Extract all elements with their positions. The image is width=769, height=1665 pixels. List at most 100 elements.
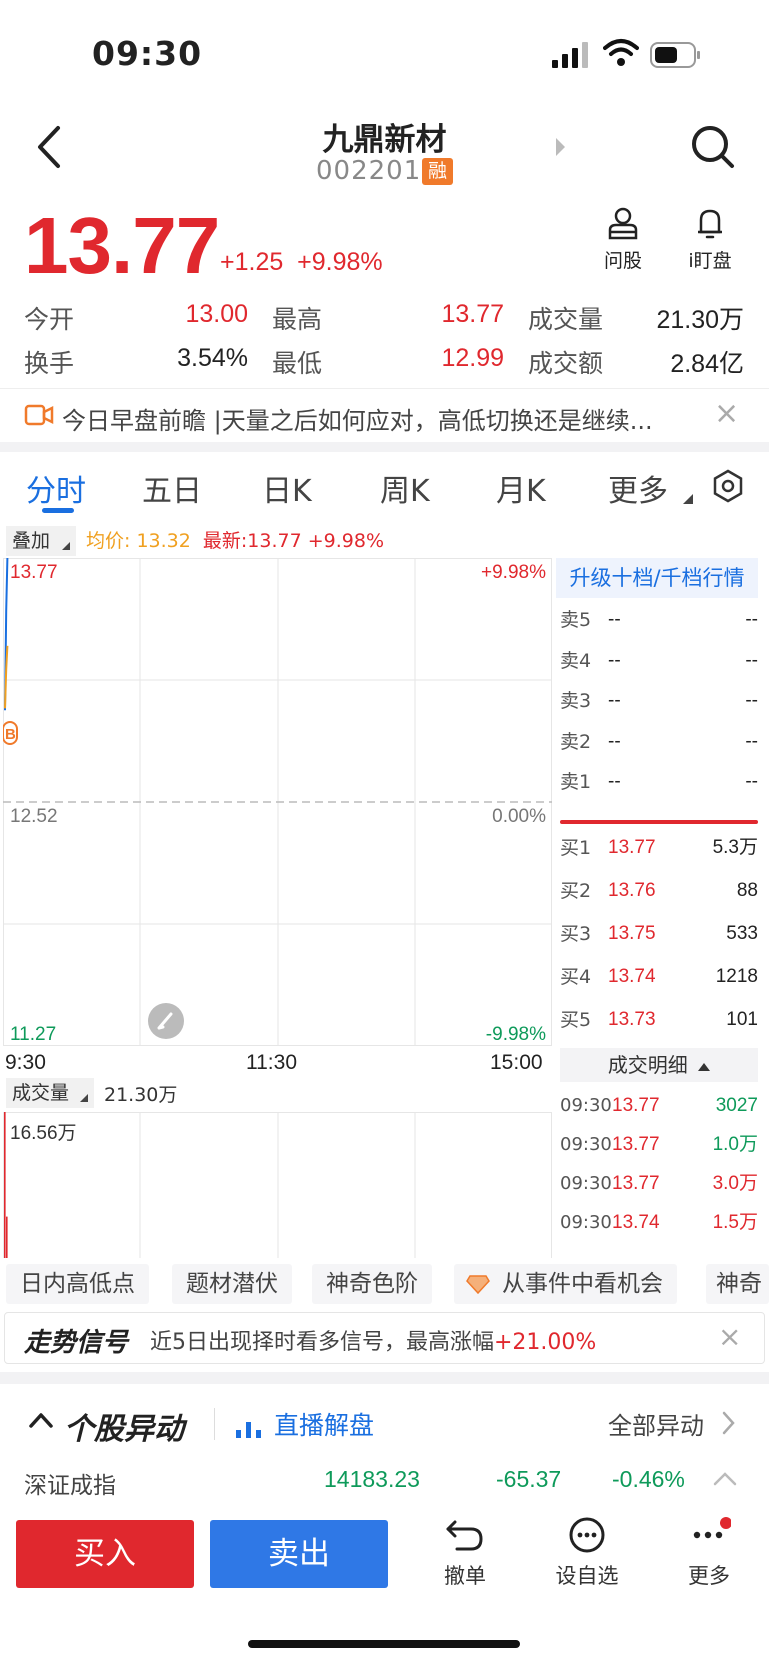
bid-row[interactable]: 买1 13.77 5.3万	[560, 828, 758, 868]
trade-row: 09:30 13.77 3027	[560, 1086, 758, 1126]
chevron-up-icon[interactable]	[712, 1470, 738, 1488]
buy-button[interactable]: 买入	[16, 1520, 194, 1588]
next-stock-arrow-icon[interactable]	[556, 138, 565, 156]
ask-label: 卖5	[560, 609, 592, 631]
buy-marker-label: B	[5, 726, 16, 743]
x-axis-midday: 11:30	[246, 1051, 297, 1074]
ask-stock-label: 问股	[603, 250, 642, 272]
bid-row[interactable]: 买4 13.74 1218	[560, 957, 758, 997]
trade-volume: 3027	[715, 1095, 758, 1116]
news-close-icon[interactable]: ×	[714, 396, 739, 431]
low-value: 12.99	[441, 344, 504, 372]
abnormal-section-title: 个股异动	[64, 1412, 184, 1447]
battery-icon	[650, 42, 700, 68]
ask-row[interactable]: 卖2 -- --	[560, 722, 758, 762]
amount-value: 2.84亿	[670, 350, 744, 378]
cancel-order-button[interactable]: 撤单	[420, 1516, 510, 1590]
section-divider	[0, 1372, 769, 1384]
stock-code: 002201	[316, 156, 422, 186]
trade-price: 13.77	[612, 1095, 660, 1116]
live-analysis-link[interactable]: 直播解盘	[274, 1406, 374, 1442]
add-watchlist-button[interactable]: 设自选	[542, 1516, 632, 1590]
tab-underline	[42, 508, 74, 513]
search-icon[interactable]	[690, 124, 736, 170]
avg-price-legend: 均价: 13.32	[86, 530, 191, 552]
bid-volume: 1218	[715, 966, 758, 987]
trade-time: 09:30	[560, 1173, 612, 1194]
tab-daily-k[interactable]: 日K	[262, 466, 312, 510]
volume-chart[interactable]	[3, 1112, 552, 1258]
index-name[interactable]: 深证成指	[24, 1466, 116, 1500]
overlay-button[interactable]: 叠加	[6, 526, 76, 556]
intraday-chart[interactable]: B	[3, 558, 552, 1046]
status-time: 09:30	[92, 34, 203, 73]
ask-volume: --	[745, 730, 758, 752]
ask-volume: --	[745, 690, 758, 711]
settings-hexagon-icon[interactable]	[710, 468, 746, 504]
tab-intraday[interactable]: 分时	[26, 466, 86, 510]
trade-details-header[interactable]: 成交明细	[560, 1048, 758, 1082]
bid-volume: 533	[726, 923, 758, 944]
high-value: 13.77	[441, 300, 504, 328]
chip-event-opportunity[interactable]: 从事件中看机会	[454, 1264, 677, 1304]
tab-five-day[interactable]: 五日	[142, 466, 202, 510]
cellular-signal-icon	[552, 42, 588, 68]
chip-event-label: 从事件中看机会	[502, 1271, 663, 1297]
watch-label: i盯盘	[688, 250, 732, 272]
bid-label: 买2	[560, 880, 592, 902]
ask-label: 卖2	[560, 730, 592, 753]
more-button[interactable]: 更多	[664, 1516, 754, 1590]
signal-close-icon[interactable]: ×	[718, 1320, 741, 1353]
ask-row[interactable]: 卖5 -- --	[560, 600, 758, 640]
bid-row[interactable]: 买3 13.75 533	[560, 914, 758, 954]
high-label: 最高	[272, 305, 323, 334]
trade-time: 09:30	[560, 1134, 612, 1155]
home-indicator[interactable]	[248, 1640, 520, 1648]
chip-theme-ambush[interactable]: 题材潜伏	[172, 1264, 292, 1304]
all-abnormal-link[interactable]: 全部异动	[608, 1406, 704, 1441]
chip-magic-more[interactable]: 神奇	[706, 1264, 769, 1304]
chip-intraday-high-low[interactable]: 日内高低点	[6, 1264, 149, 1304]
turnover-value: 3.54%	[177, 344, 248, 372]
news-text[interactable]: 今日早盘前瞻 |天量之后如何应对，高低切换还是继续...	[62, 401, 702, 436]
bid-label: 买4	[560, 966, 592, 988]
margin-badge: 融	[422, 158, 453, 185]
bid-row[interactable]: 买5 13.73 101	[560, 1000, 758, 1040]
bid-price: 13.76	[608, 880, 656, 901]
overlay-label: 叠加	[12, 530, 51, 552]
bid-volume: 101	[726, 1009, 758, 1030]
triangle-down-icon	[80, 1094, 88, 1102]
live-bars-icon	[236, 1422, 261, 1438]
watch-button[interactable]: i盯盘	[680, 206, 740, 273]
triangle-up-icon	[698, 1062, 711, 1071]
chip-magic-color[interactable]: 神奇色阶	[312, 1264, 432, 1304]
tab-monthly-k[interactable]: 月K	[496, 466, 546, 510]
low-label: 最低	[272, 349, 323, 378]
volume-bar	[4, 1112, 6, 1258]
turnover-label: 换手	[24, 349, 75, 378]
more-dots-icon	[693, 1517, 731, 1539]
ask-price: --	[608, 730, 621, 752]
ask-row[interactable]: 卖3 -- --	[560, 681, 758, 721]
sell-button[interactable]: 卖出	[210, 1520, 388, 1588]
x-axis-close: 15:00	[490, 1051, 543, 1074]
buy-marker-icon: B	[3, 721, 18, 745]
ask-volume: --	[745, 649, 758, 671]
chevron-up-icon[interactable]	[28, 1410, 54, 1430]
upgrade-orderbook-button[interactable]: 升级十档/千档行情	[556, 558, 758, 598]
volume-value: 21.30万	[656, 306, 744, 334]
volume-indicator-button[interactable]: 成交量	[6, 1078, 94, 1108]
latest-price-legend: 最新:13.77 +9.98%	[202, 530, 385, 552]
ask-row[interactable]: 卖1 -- --	[560, 762, 758, 802]
ask-volume: --	[745, 609, 758, 630]
bid-row[interactable]: 买2 13.76 88	[560, 871, 758, 911]
tab-weekly-k[interactable]: 周K	[380, 466, 430, 510]
trade-time: 09:30	[560, 1212, 612, 1233]
ask-row[interactable]: 卖4 -- --	[560, 641, 758, 681]
tab-more[interactable]: 更多	[608, 466, 668, 510]
diamond-icon	[466, 1275, 490, 1294]
change-amount: +1.25	[220, 248, 284, 276]
ask-price: --	[608, 649, 621, 671]
ask-stock-button[interactable]: 问股	[593, 206, 653, 273]
bid-price: 13.74	[608, 966, 656, 987]
